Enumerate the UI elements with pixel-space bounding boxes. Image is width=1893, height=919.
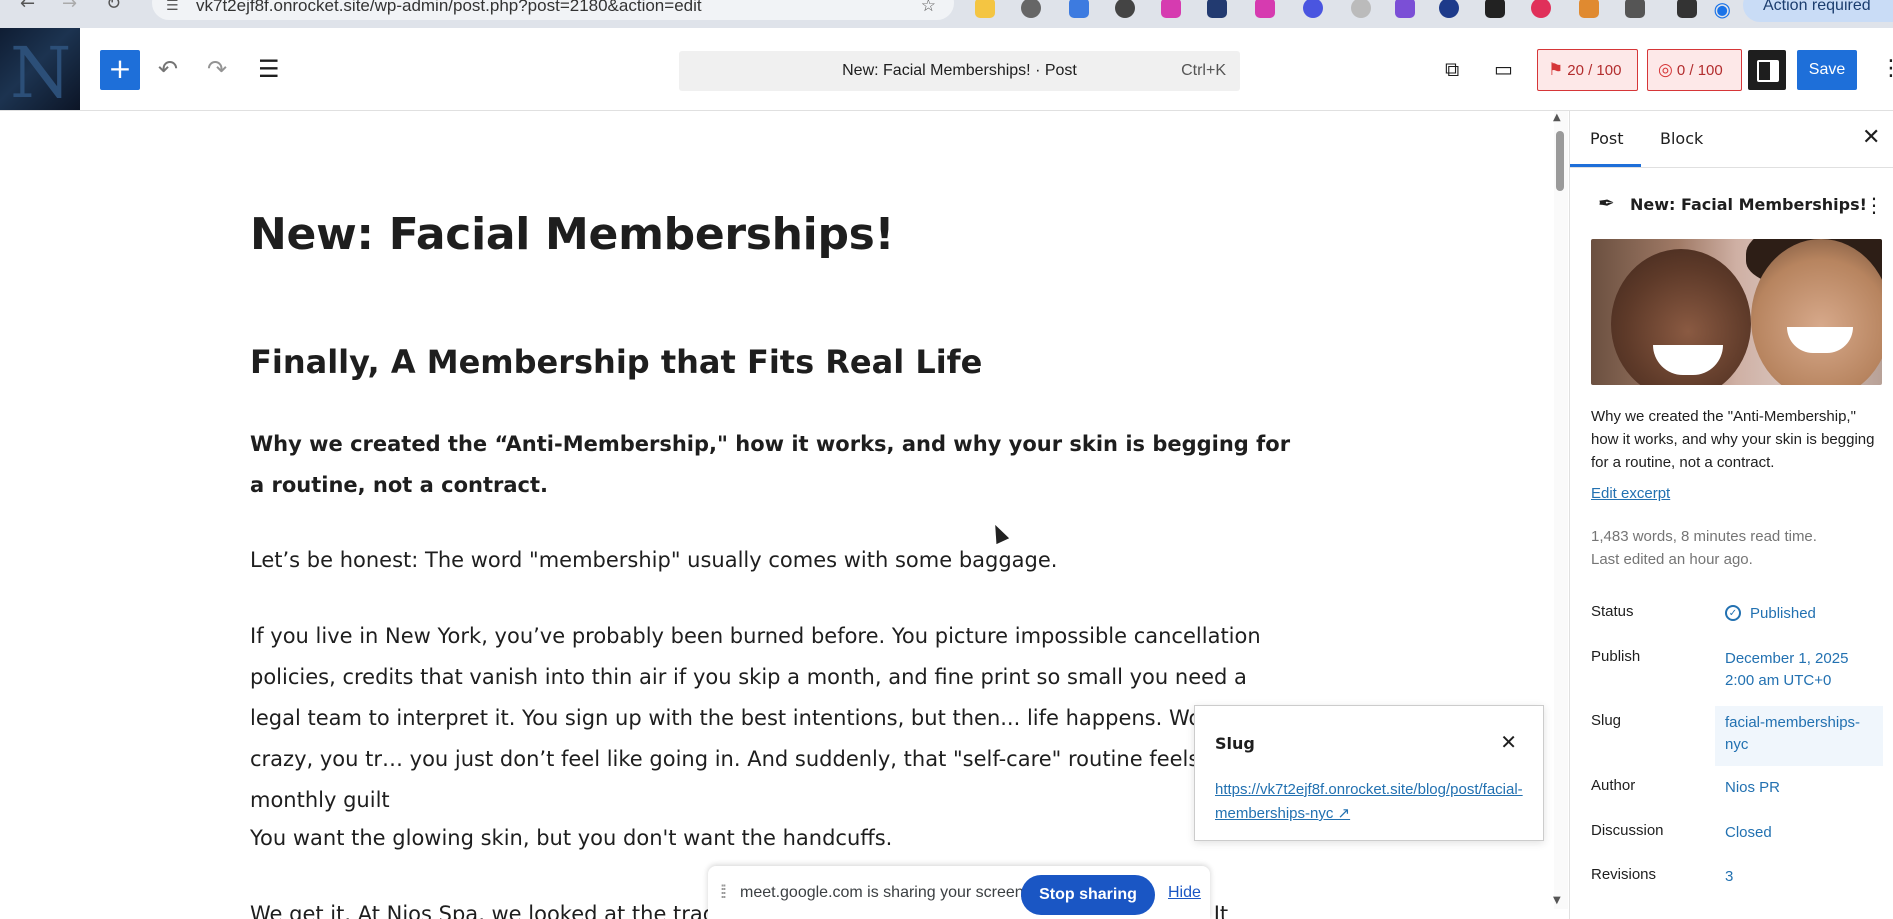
profile-icon[interactable]: ◉ (1714, 0, 1731, 21)
extension-icon[interactable] (1207, 0, 1227, 18)
extension-icon[interactable] (1021, 0, 1041, 18)
publish-date-value[interactable]: December 1, 2025 2:00 am UTC+0 (1725, 648, 1880, 692)
extension-icon[interactable] (1625, 0, 1645, 18)
site-info-icon[interactable]: ☰ (166, 0, 179, 14)
publish-label: Publish (1591, 648, 1641, 665)
undo-icon[interactable]: ↶ (158, 54, 178, 84)
extension-icon[interactable] (1677, 0, 1697, 18)
discussion-label: Discussion (1591, 822, 1664, 839)
address-bar[interactable]: ☰ vk7t2ejf8f.onrocket.site/wp-admin/post… (152, 0, 954, 20)
word-count: 1,483 words, 8 minutes read time. (1591, 528, 1817, 545)
last-edited: Last edited an hour ago. (1591, 551, 1753, 568)
save-button[interactable]: Save (1797, 50, 1857, 90)
tabs-divider (1570, 167, 1893, 168)
readability-score: 0 / 100 (1676, 62, 1723, 79)
edit-excerpt-link[interactable]: Edit excerpt (1591, 485, 1670, 502)
extension-icon[interactable] (1069, 0, 1089, 18)
hide-link[interactable]: Hide (1168, 866, 1201, 919)
seo-icon: ⚑ (1548, 60, 1564, 79)
status-label: Status (1591, 603, 1634, 620)
slug-value[interactable]: facial-memberships-nyc (1725, 712, 1865, 756)
featured-image-face (1611, 249, 1751, 385)
add-block-button[interactable]: + (100, 50, 140, 90)
stop-sharing-button[interactable]: Stop sharing (1021, 875, 1155, 915)
slug-label: Slug (1591, 712, 1622, 729)
extension-icon[interactable] (1303, 0, 1323, 18)
published-check-icon: ✓ (1725, 605, 1741, 621)
back-icon[interactable]: ← (20, 0, 35, 14)
url-text[interactable]: vk7t2ejf8f.onrocket.site/wp-admin/post.p… (196, 0, 702, 16)
extension-icon[interactable] (1485, 0, 1505, 18)
tab-block[interactable]: Block (1660, 111, 1703, 167)
action-required-chip[interactable]: Action required (1743, 0, 1893, 22)
paragraph-block[interactable]: If you live in New York, you’ve probably… (250, 616, 1300, 821)
status-value[interactable]: Published (1750, 603, 1893, 625)
author-label: Author (1591, 777, 1636, 794)
revisions-label: Revisions (1591, 866, 1657, 883)
extension-icon[interactable] (1531, 0, 1551, 18)
scroll-down-icon[interactable]: ▼ (1553, 895, 1561, 906)
featured-image[interactable] (1591, 239, 1882, 385)
site-logo-icon[interactable]: N (0, 28, 80, 110)
extension-icon[interactable] (1395, 0, 1415, 18)
reload-icon[interactable]: ↻ (106, 0, 121, 14)
scroll-up-icon[interactable]: ▲ (1553, 112, 1561, 123)
extension-icon[interactable] (975, 0, 995, 18)
paragraph-block[interactable]: Let’s be honest: The word "membership" u… (250, 540, 1300, 581)
drag-handle-icon[interactable]: ⁞⁞ (720, 882, 727, 903)
settings-sidebar: Post Block ✕ ✒ New: Facial Memberships! … (1569, 111, 1893, 919)
canvas-scroll-thumb[interactable] (1556, 131, 1564, 191)
close-icon[interactable]: ✕ (1500, 730, 1517, 754)
permalink-link[interactable]: https://vk7t2ejf8f.onrocket.site/blog/po… (1215, 778, 1530, 826)
tab-post[interactable]: Post (1569, 111, 1643, 167)
readability-icon: ◎ (1658, 60, 1673, 79)
screen-share-bar: ⁞⁞ meet.google.com is sharing your scree… (708, 866, 1210, 919)
forward-icon[interactable]: → (62, 0, 77, 14)
extension-icon[interactable] (1115, 0, 1135, 18)
editor-header: N + ↶ ↷ ☰ New: Facial Memberships! · Pos… (0, 28, 1893, 111)
extension-icon[interactable] (1161, 0, 1181, 18)
author-value[interactable]: Nios PR (1725, 777, 1880, 799)
extension-icon[interactable] (1351, 0, 1371, 18)
extension-icon[interactable] (1255, 0, 1275, 18)
extension-icon[interactable] (1439, 0, 1459, 18)
redo-icon[interactable]: ↷ (207, 54, 227, 84)
bookmark-star-icon[interactable]: ☆ (921, 0, 936, 16)
post-excerpt: Why we created the "Anti-Membership," ho… (1591, 408, 1875, 471)
readability-score-badge[interactable]: ◎ 0 / 100 (1647, 49, 1742, 91)
seo-score-badge[interactable]: ⚑ 20 / 100 (1537, 49, 1638, 91)
popover-title: Slug (1215, 734, 1255, 753)
document-overview-icon[interactable]: ☰ (258, 54, 280, 84)
post-type-feather-icon: ✒ (1598, 191, 1615, 215)
sidebar-post-title: New: Facial Memberships! (1630, 195, 1867, 214)
extension-icon[interactable] (1579, 0, 1599, 18)
paragraph-block[interactable]: You want the glowing skin, but you don't… (250, 818, 1300, 859)
close-sidebar-icon[interactable]: ✕ (1862, 125, 1880, 150)
discussion-value[interactable]: Closed (1725, 822, 1880, 844)
seo-score: 20 / 100 (1567, 62, 1622, 79)
options-kebab-icon[interactable]: ⋮ (1880, 56, 1893, 81)
preview-device-icon[interactable]: ▭ (1494, 54, 1513, 84)
post-title[interactable]: New: Facial Memberships! (250, 209, 895, 260)
revisions-value[interactable]: 3 (1725, 866, 1880, 888)
intro-paragraph[interactable]: Why we created the “Anti-Membership," ho… (250, 424, 1300, 506)
slug-popover: Slug ✕ https://vk7t2ejf8f.onrocket.site/… (1194, 705, 1544, 841)
settings-sidebar-toggle-icon[interactable] (1748, 50, 1786, 90)
browser-toolbar: ← → ↻ ☰ vk7t2ejf8f.onrocket.site/wp-admi… (0, 0, 1893, 28)
heading-block[interactable]: Finally, A Membership that Fits Real Lif… (250, 343, 982, 381)
document-title[interactable]: New: Facial Memberships! · Post (679, 51, 1240, 91)
post-actions-kebab-icon[interactable]: ⋮ (1864, 193, 1884, 217)
shortcut-hint: Ctrl+K (1181, 62, 1226, 79)
command-palette-bar[interactable]: New: Facial Memberships! · Post Ctrl+K (679, 51, 1240, 91)
share-status-text: meet.google.com is sharing your screen. (740, 884, 1029, 901)
canvas-scrollbar[interactable] (1554, 111, 1568, 909)
view-post-icon[interactable]: ⧉ (1445, 54, 1459, 84)
